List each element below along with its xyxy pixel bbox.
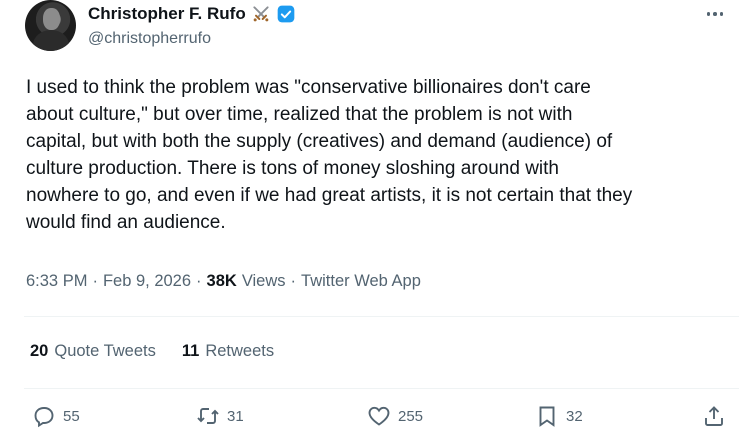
tweet-date[interactable]: Feb 9, 2026 [103, 272, 191, 291]
avatar-shoulders [33, 30, 69, 51]
more-options-icon[interactable] [701, 4, 729, 24]
avatar-face [43, 8, 60, 30]
quote-tweets-link[interactable]: 20 Quote Tweets [30, 342, 156, 361]
retweet-action-count: 31 [227, 407, 244, 425]
more-dot [706, 12, 711, 16]
meta-separator: · [92, 272, 98, 290]
views-label: Views [241, 272, 286, 290]
meta-separator: · [196, 272, 202, 290]
divider [24, 316, 739, 317]
like-button[interactable]: 255 [367, 404, 423, 428]
more-dot [719, 12, 724, 16]
bookmark-button[interactable]: 32 [535, 404, 583, 428]
crossed-swords-icon [253, 6, 269, 22]
share-button[interactable] [702, 404, 726, 428]
like-count: 255 [398, 407, 424, 425]
retweets-link[interactable]: 11 Retweets [182, 342, 274, 361]
reply-icon [34, 407, 54, 428]
retweet-label: Retweets [205, 342, 275, 360]
more-dot [713, 12, 717, 16]
bookmark-count: 32 [566, 407, 583, 425]
author-name-row: Christopher F. Rufo [88, 4, 296, 24]
divider [24, 388, 739, 389]
bookmark-icon [539, 406, 555, 427]
share-icon [705, 406, 723, 426]
tweet-time[interactable]: 6:33 PM [26, 272, 87, 291]
tweet-source: Twitter Web App [301, 272, 421, 290]
verified-badge-icon [277, 5, 295, 23]
tweet-detail: Christopher F. Rufo @christopherrufo I u… [0, 0, 749, 446]
retweet-icon [197, 408, 219, 424]
engagement-stats: 20 Quote Tweets 11 Retweets [30, 342, 274, 361]
author-handle[interactable]: @christopherrufo [88, 30, 211, 48]
quote-label: Quote Tweets [54, 342, 156, 360]
heart-icon [368, 406, 390, 426]
views-count: 38K [206, 272, 237, 290]
retweet-count: 11 [181, 342, 200, 360]
reply-count: 55 [63, 407, 80, 425]
retweet-button[interactable]: 31 [196, 404, 244, 428]
quote-count: 20 [30, 342, 49, 360]
author-display-name[interactable]: Christopher F. Rufo [88, 4, 246, 24]
reply-button[interactable]: 55 [32, 404, 80, 428]
meta-separator: · [290, 272, 297, 290]
tweet-text: I used to think the problem was "conserv… [26, 77, 633, 233]
avatar[interactable] [25, 0, 76, 51]
tweet-meta: 6:33 PM · Feb 9, 2026 · 38K Views · Twit… [26, 272, 421, 291]
